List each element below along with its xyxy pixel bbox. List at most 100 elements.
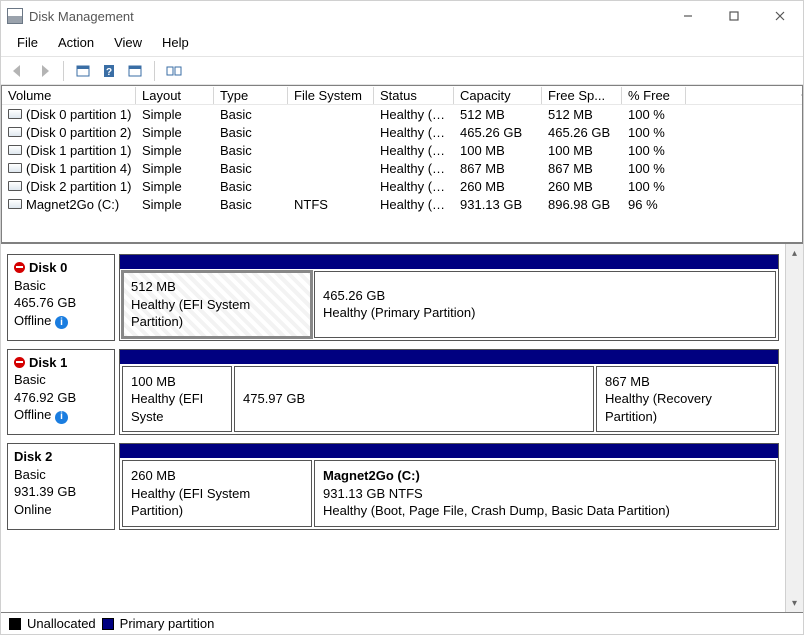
table-row[interactable]: Magnet2Go (C:)SimpleBasicNTFSHealthy (B.…: [2, 195, 802, 213]
disk-state: Online: [14, 501, 108, 519]
disk-name: Disk 2: [14, 448, 52, 466]
col-free[interactable]: Free Sp...: [542, 87, 622, 104]
table-row[interactable]: (Disk 2 partition 1)SimpleBasicHealthy (…: [2, 177, 802, 195]
disk-type: Basic: [14, 277, 108, 295]
disk-size: 465.76 GB: [14, 294, 108, 312]
disk-type: Basic: [14, 371, 108, 389]
menubar: File Action View Help: [1, 31, 803, 57]
partition-size: 475.97 GB: [243, 390, 585, 408]
error-icon: [14, 357, 25, 368]
list-view-button[interactable]: [163, 60, 185, 82]
legend-bar: Unallocated Primary partition: [1, 612, 803, 634]
volume-icon: [8, 181, 22, 191]
table-row[interactable]: (Disk 1 partition 1)SimpleBasicHealthy (…: [2, 141, 802, 159]
volume-icon: [8, 145, 22, 155]
forward-button[interactable]: [33, 60, 55, 82]
partition-status: Healthy (Recovery Partition): [605, 390, 767, 425]
info-icon[interactable]: i: [55, 316, 68, 329]
settings-button[interactable]: [124, 60, 146, 82]
table-row[interactable]: (Disk 0 partition 1)SimpleBasicHealthy (…: [2, 105, 802, 123]
volume-icon: [8, 127, 22, 137]
titlebar: Disk Management: [1, 1, 803, 31]
toolbar-separator: [154, 61, 155, 81]
col-capacity[interactable]: Capacity: [454, 87, 542, 104]
disk-row-0: Disk 0 Basic 465.76 GB Offline i 512 MB …: [7, 254, 779, 341]
scroll-down-icon[interactable]: ▾: [786, 594, 803, 612]
volume-icon: [8, 199, 22, 209]
info-icon[interactable]: i: [55, 411, 68, 424]
help-button[interactable]: ?: [98, 60, 120, 82]
table-row[interactable]: (Disk 1 partition 4)SimpleBasicHealthy (…: [2, 159, 802, 177]
disk-management-icon: [7, 8, 23, 24]
partition-status: Healthy (EFI System Partition): [131, 485, 303, 520]
partition-d2p0[interactable]: 260 MB Healthy (EFI System Partition): [122, 460, 312, 527]
disk-name: Disk 0: [29, 259, 67, 277]
menu-action[interactable]: Action: [50, 33, 102, 52]
col-pct[interactable]: % Free: [622, 87, 686, 104]
refresh-button[interactable]: [72, 60, 94, 82]
disk-size: 931.39 GB: [14, 483, 108, 501]
partition-d0p1[interactable]: 465.26 GB Healthy (Primary Partition): [314, 271, 776, 338]
disk-state: Offline: [14, 407, 51, 422]
col-filesystem[interactable]: File System: [288, 87, 374, 104]
menu-file[interactable]: File: [9, 33, 46, 52]
col-status[interactable]: Status: [374, 87, 454, 104]
back-button[interactable]: [7, 60, 29, 82]
scroll-up-icon[interactable]: ▴: [786, 244, 803, 262]
col-volume[interactable]: Volume: [2, 87, 136, 104]
disk-info-1[interactable]: Disk 1 Basic 476.92 GB Offline i: [7, 349, 115, 436]
partition-size: 512 MB: [131, 278, 303, 296]
window-title: Disk Management: [29, 9, 665, 24]
menu-help[interactable]: Help: [154, 33, 197, 52]
partition-size: 465.26 GB: [323, 287, 767, 305]
swatch-primary: [102, 618, 114, 630]
toolbar: ?: [1, 57, 803, 85]
partition-d2p1[interactable]: Magnet2Go (C:) 931.13 GB NTFS Healthy (B…: [314, 460, 776, 527]
legend-unallocated-label: Unallocated: [27, 616, 96, 631]
close-button[interactable]: [757, 1, 803, 31]
disk-info-2[interactable]: Disk 2 Basic 931.39 GB Online: [7, 443, 115, 530]
menu-view[interactable]: View: [106, 33, 150, 52]
disk-info-0[interactable]: Disk 0 Basic 465.76 GB Offline i: [7, 254, 115, 341]
partition-size: 100 MB: [131, 373, 223, 391]
disk-bay-2: 260 MB Healthy (EFI System Partition) Ma…: [119, 443, 779, 530]
partition-size: 260 MB: [131, 467, 303, 485]
volume-list[interactable]: Volume Layout Type File System Status Ca…: [1, 85, 803, 243]
volume-icon: [8, 163, 22, 173]
col-type[interactable]: Type: [214, 87, 288, 104]
partition-size: 867 MB: [605, 373, 767, 391]
partition-d0p0[interactable]: 512 MB Healthy (EFI System Partition): [122, 271, 312, 338]
disk-graphical-pane: Disk 0 Basic 465.76 GB Offline i 512 MB …: [1, 243, 803, 612]
legend-primary-label: Primary partition: [120, 616, 215, 631]
toolbar-separator: [63, 61, 64, 81]
swatch-unallocated: [9, 618, 21, 630]
partition-status: Healthy (Primary Partition): [323, 304, 767, 322]
partition-status: Healthy (EFI System Partition): [131, 296, 303, 331]
disk-bay-0: 512 MB Healthy (EFI System Partition) 46…: [119, 254, 779, 341]
col-extra[interactable]: [686, 94, 802, 96]
col-layout[interactable]: Layout: [136, 87, 214, 104]
table-row[interactable]: (Disk 0 partition 2)SimpleBasicHealthy (…: [2, 123, 802, 141]
bay-stripe: [120, 350, 778, 364]
volume-icon: [8, 109, 22, 119]
bay-stripe: [120, 255, 778, 269]
error-icon: [14, 262, 25, 273]
disk-size: 476.92 GB: [14, 389, 108, 407]
disk-name: Disk 1: [29, 354, 67, 372]
volume-list-header[interactable]: Volume Layout Type File System Status Ca…: [2, 86, 802, 105]
disk-row-2: Disk 2 Basic 931.39 GB Online 260 MB Hea…: [7, 443, 779, 530]
partition-d1p1[interactable]: 475.97 GB: [234, 366, 594, 433]
bay-stripe: [120, 444, 778, 458]
disk-state: Offline: [14, 313, 51, 328]
vertical-scrollbar[interactable]: ▴ ▾: [785, 244, 803, 612]
partition-d1p0[interactable]: 100 MB Healthy (EFI Syste: [122, 366, 232, 433]
disk-row-1: Disk 1 Basic 476.92 GB Offline i 100 MB …: [7, 349, 779, 436]
disk-type: Basic: [14, 466, 108, 484]
maximize-button[interactable]: [711, 1, 757, 31]
partition-name: Magnet2Go (C:): [323, 467, 767, 485]
disk-bay-1: 100 MB Healthy (EFI Syste 475.97 GB 867 …: [119, 349, 779, 436]
minimize-button[interactable]: [665, 1, 711, 31]
partition-status: Healthy (Boot, Page File, Crash Dump, Ba…: [323, 502, 767, 520]
partition-d1p2[interactable]: 867 MB Healthy (Recovery Partition): [596, 366, 776, 433]
partition-status: Healthy (EFI Syste: [131, 390, 223, 425]
